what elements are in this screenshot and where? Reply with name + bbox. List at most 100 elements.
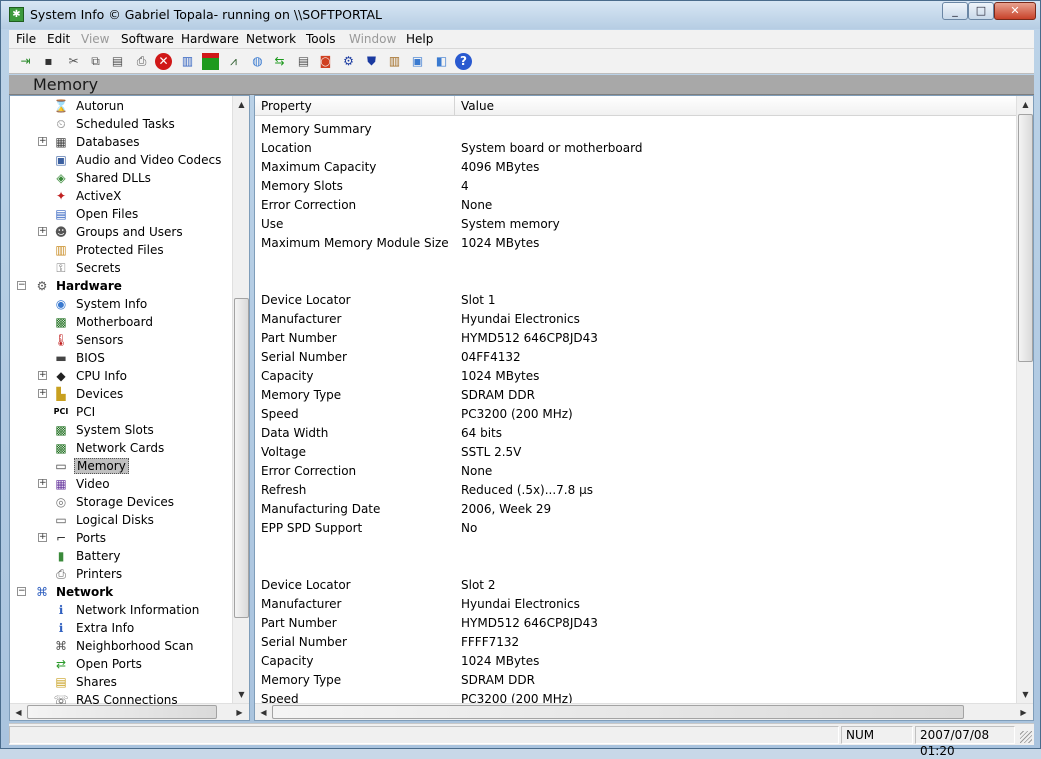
- save-icon[interactable]: ▪: [40, 53, 57, 70]
- list-scroll-down-arrow-icon[interactable]: ▼: [1018, 687, 1033, 702]
- tree-item-cpu-info[interactable]: + ◆ CPU Info: [10, 367, 230, 385]
- tree-item-shares[interactable]: ▤ Shares: [10, 673, 230, 691]
- tree-item-storage-devices[interactable]: ◎ Storage Devices: [10, 493, 230, 511]
- resize-grip[interactable]: [1020, 731, 1032, 743]
- scroll-right-arrow-icon[interactable]: ▶: [232, 705, 247, 720]
- table-row[interactable]: Data Width 64 bits: [255, 424, 1015, 443]
- maximize-button[interactable]: □: [968, 2, 994, 20]
- tree-item-groups-and-users[interactable]: + ☻ Groups and Users: [10, 223, 230, 241]
- menu-file[interactable]: File: [16, 32, 36, 46]
- help-icon[interactable]: ?: [455, 53, 472, 70]
- menu-edit[interactable]: Edit: [47, 32, 70, 46]
- refresh-icon[interactable]: ⇆: [271, 53, 288, 70]
- table-row[interactable]: Memory Type SDRAM DDR: [255, 386, 1015, 405]
- tree-item-logical-disks[interactable]: ▭ Logical Disks: [10, 511, 230, 529]
- expand-icon[interactable]: +: [38, 533, 47, 542]
- table-row[interactable]: Capacity 1024 MBytes: [255, 652, 1015, 671]
- tree-item-ras-connections[interactable]: ☏ RAS Connections: [10, 691, 230, 709]
- menu-software[interactable]: Software: [121, 32, 174, 46]
- document-icon[interactable]: ▤: [295, 53, 312, 70]
- table-row[interactable]: Error Correction None: [255, 196, 1015, 215]
- tree-item-hardware[interactable]: − ⚙ Hardware: [10, 277, 230, 295]
- menu-window[interactable]: Window: [349, 32, 396, 46]
- collapse-icon[interactable]: −: [17, 281, 26, 290]
- scroll-down-arrow-icon[interactable]: ▼: [234, 687, 249, 702]
- tree-item-neighborhood-scan[interactable]: ⌘ Neighborhood Scan: [10, 637, 230, 655]
- table-row[interactable]: Location System board or motherboard: [255, 139, 1015, 158]
- list-scroll-right-arrow-icon[interactable]: ▶: [1016, 705, 1031, 720]
- menu-tools[interactable]: Tools: [306, 32, 336, 46]
- menu-help[interactable]: Help: [406, 32, 433, 46]
- table-row[interactable]: Device Locator Slot 2: [255, 576, 1015, 595]
- tree-item-network[interactable]: − ⌘ Network: [10, 583, 230, 601]
- table-row[interactable]: Part Number HYMD512 646CP8JD43: [255, 329, 1015, 348]
- scroll-up-arrow-icon[interactable]: ▲: [234, 97, 249, 112]
- list-vertical-scrollbar[interactable]: ▲ ▼: [1016, 96, 1033, 703]
- tree-item-pci[interactable]: PCI PCI: [10, 403, 230, 421]
- table-row[interactable]: [255, 557, 1015, 576]
- tree-item-open-files[interactable]: ▤ Open Files: [10, 205, 230, 223]
- tree-item-motherboard[interactable]: ▩ Motherboard: [10, 313, 230, 331]
- tree-item-system-info[interactable]: ◉ System Info: [10, 295, 230, 313]
- table-row[interactable]: Use System memory: [255, 215, 1015, 234]
- table-row[interactable]: Capacity 1024 MBytes: [255, 367, 1015, 386]
- table-row[interactable]: EPP SPD Support No: [255, 519, 1015, 538]
- table-row[interactable]: [255, 272, 1015, 291]
- tree-item-shared-dlls[interactable]: ◈ Shared DLLs: [10, 169, 230, 187]
- menu-hardware[interactable]: Hardware: [181, 32, 239, 46]
- tree-scroll-thumb[interactable]: [234, 298, 249, 618]
- table-row[interactable]: [255, 253, 1015, 272]
- collapse-icon[interactable]: −: [17, 587, 26, 596]
- settings-icon[interactable]: ⚙: [340, 53, 357, 70]
- table-row[interactable]: Error Correction None: [255, 462, 1015, 481]
- memory-meter-icon[interactable]: [202, 53, 219, 70]
- globe-icon[interactable]: ◍: [249, 53, 266, 70]
- table-row[interactable]: Manufacturer Hyundai Electronics: [255, 595, 1015, 614]
- print-icon[interactable]: ⎙: [133, 53, 150, 70]
- expand-icon[interactable]: +: [38, 227, 47, 236]
- table-row[interactable]: Maximum Memory Module Size 1024 MBytes: [255, 234, 1015, 253]
- tree-item-devices[interactable]: + ▙ Devices: [10, 385, 230, 403]
- tree-item-activex[interactable]: ✦ ActiveX: [10, 187, 230, 205]
- close-button[interactable]: ✕: [994, 2, 1036, 20]
- table-row[interactable]: Memory Summary: [255, 120, 1015, 139]
- expand-icon[interactable]: +: [38, 479, 47, 488]
- tree-item-bios[interactable]: ▬ BIOS: [10, 349, 230, 367]
- tree-vertical-scrollbar[interactable]: ▲ ▼: [232, 96, 249, 703]
- expand-icon[interactable]: +: [38, 137, 47, 146]
- tree-item-network-information[interactable]: ℹ Network Information: [10, 601, 230, 619]
- stop-icon[interactable]: ✕: [155, 53, 172, 70]
- tools-icon[interactable]: ◙: [317, 53, 334, 70]
- tree-item-printers[interactable]: ⎙ Printers: [10, 565, 230, 583]
- tree-item-extra-info[interactable]: ℹ Extra Info: [10, 619, 230, 637]
- list-hscroll-thumb[interactable]: [272, 705, 964, 719]
- tree-item-databases[interactable]: + ▦ Databases: [10, 133, 230, 151]
- book-icon[interactable]: ▥: [386, 53, 403, 70]
- window-icon[interactable]: ◧: [433, 53, 450, 70]
- report-icon[interactable]: ▥: [179, 53, 196, 70]
- list-scroll-thumb[interactable]: [1018, 114, 1033, 362]
- graph-icon[interactable]: ⩘: [225, 53, 242, 70]
- minimize-button[interactable]: _: [942, 2, 968, 20]
- column-header-value[interactable]: Value: [455, 96, 1017, 116]
- tree-item-ports[interactable]: + ⌐ Ports: [10, 529, 230, 547]
- column-header-property[interactable]: Property: [255, 96, 455, 116]
- list-scroll-up-arrow-icon[interactable]: ▲: [1018, 97, 1033, 112]
- table-row[interactable]: Memory Type SDRAM DDR: [255, 671, 1015, 690]
- cut-icon[interactable]: ✂: [65, 53, 82, 70]
- tree-item-system-slots[interactable]: ▩ System Slots: [10, 421, 230, 439]
- table-row[interactable]: Manufacturer Hyundai Electronics: [255, 310, 1015, 329]
- table-row[interactable]: Speed PC3200 (200 MHz): [255, 405, 1015, 424]
- table-row[interactable]: Part Number HYMD512 646CP8JD43: [255, 614, 1015, 633]
- paste-icon[interactable]: ▤: [109, 53, 126, 70]
- tree-item-autorun[interactable]: ⌛ Autorun: [10, 97, 230, 115]
- shield-icon[interactable]: ⛊: [363, 53, 380, 70]
- table-row[interactable]: Manufacturing Date 2006, Week 29: [255, 500, 1015, 519]
- tree-item-sensors[interactable]: 🌡 Sensors: [10, 331, 230, 349]
- tree-item-protected-files[interactable]: ▥ Protected Files: [10, 241, 230, 259]
- tree-item-battery[interactable]: ▮ Battery: [10, 547, 230, 565]
- exit-icon[interactable]: ⇥: [17, 53, 34, 70]
- tree-item-secrets[interactable]: ⚿ Secrets: [10, 259, 230, 277]
- copy-icon[interactable]: ⧉: [87, 53, 104, 70]
- tree-item-scheduled-tasks[interactable]: ⏲ Scheduled Tasks: [10, 115, 230, 133]
